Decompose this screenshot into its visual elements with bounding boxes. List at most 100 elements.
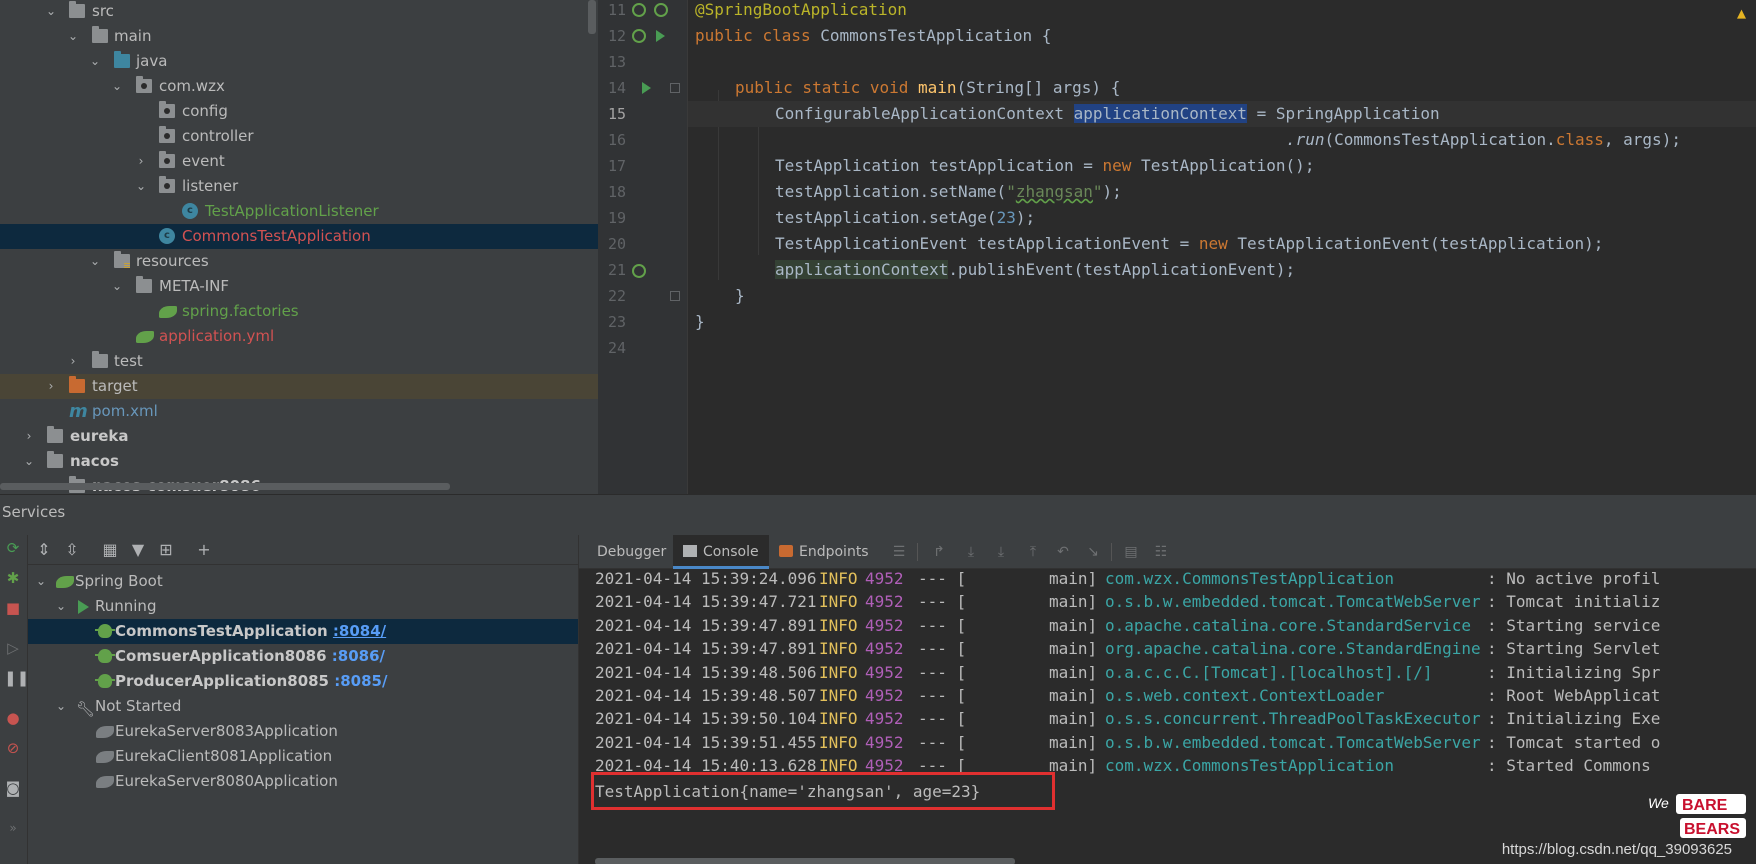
step-out-icon[interactable]: ⤒	[1025, 544, 1041, 560]
chevron-down-icon[interactable]: ⌄	[44, 0, 58, 24]
fold-icon[interactable]	[670, 83, 680, 93]
expand-all-icon[interactable]: ⇕	[34, 540, 54, 560]
bean-icon[interactable]	[632, 264, 646, 278]
tab-endpoints[interactable]: Endpoints	[773, 535, 875, 569]
service-group-not-started[interactable]: ⌄ 🔧︎ Not Started	[28, 694, 578, 719]
code-line[interactable]: testApplication.setName("zhangsan");	[775, 179, 1122, 205]
service-eureka-server-8083[interactable]: EurekaServer8083Application	[28, 719, 578, 744]
code-line[interactable]: TestApplicationEvent testApplicationEven…	[775, 231, 1603, 257]
chevron-right-icon[interactable]: ›	[134, 149, 148, 174]
service-eureka-client-8081[interactable]: EurekaClient8081Application	[28, 744, 578, 769]
service-group-running[interactable]: ⌄ Running	[28, 594, 578, 619]
tree-item-nacos[interactable]: ⌄ nacos	[0, 449, 598, 474]
chevron-down-icon[interactable]: ⌄	[110, 74, 124, 99]
filter-icon[interactable]: ▼	[128, 540, 148, 560]
tree-item-event[interactable]: › event	[0, 149, 598, 174]
tree-item-commons-test-application[interactable]: c CommonsTestApplication	[0, 224, 598, 249]
tree-item-main[interactable]: ⌄ main	[0, 24, 598, 49]
drop-frame-icon[interactable]: ↶	[1055, 544, 1071, 560]
tree-item-target[interactable]: › target	[0, 374, 598, 399]
code-line[interactable]: public static void main(String[] args) {	[735, 75, 1120, 101]
run-icon[interactable]	[642, 82, 651, 94]
code-line[interactable]: }	[695, 309, 705, 335]
tree-item-config[interactable]: config	[0, 99, 598, 124]
code-line[interactable]: public class CommonsTestApplication {	[695, 23, 1051, 49]
tree-item-application-yml[interactable]: application.yml	[0, 324, 598, 349]
chevron-down-icon[interactable]: ⌄	[110, 274, 124, 299]
chevron-down-icon[interactable]: ⌄	[66, 24, 80, 49]
code-line[interactable]: TestApplication testApplication = new Te…	[775, 153, 1314, 179]
fold-icon[interactable]	[670, 291, 680, 301]
code-line[interactable]: .run(CommonsTestApplication.class, args)…	[1286, 127, 1681, 153]
code-line[interactable]: applicationContext.publishEvent(testAppl…	[775, 257, 1295, 283]
chevron-down-icon[interactable]: ⌄	[54, 694, 68, 719]
collapse-all-icon[interactable]: ⇳	[62, 540, 82, 560]
chevron-down-icon[interactable]: ⌄	[88, 249, 102, 274]
service-port-link[interactable]: :8085/	[334, 672, 387, 690]
step-over-icon[interactable]: ⤓	[963, 544, 979, 560]
more-icon[interactable]: »	[4, 819, 22, 837]
log-timestamp: 2021-04-14 15:39:47.891	[595, 615, 817, 635]
tree-item-spring-factories[interactable]: spring.factories	[0, 299, 598, 324]
code-line[interactable]: testApplication.setAge(23);	[775, 205, 1035, 231]
service-port-link[interactable]: :8084/	[333, 622, 386, 640]
code-line[interactable]: }	[735, 283, 745, 309]
chevron-down-icon[interactable]: ⌄	[54, 594, 68, 619]
service-port-link[interactable]: :8086/	[332, 647, 385, 665]
tree-item-controller[interactable]: controller	[0, 124, 598, 149]
tree-item-pom-xml[interactable]: m pom.xml	[0, 399, 598, 424]
code-line[interactable]: @SpringBootApplication	[695, 0, 907, 23]
run-icon[interactable]	[656, 30, 665, 42]
chevron-down-icon[interactable]: ⌄	[34, 569, 48, 594]
code-editor[interactable]: 11 12 13 14 15 16 17 18 19 20 21 22 23 2…	[598, 0, 1756, 494]
service-producer-application-8085[interactable]: ProducerApplication8085 :8085/	[28, 669, 578, 694]
chevron-right-icon[interactable]: ›	[22, 424, 36, 449]
tree-item-test[interactable]: › test	[0, 349, 598, 374]
spring-boot-icon	[96, 726, 114, 738]
run-to-cursor-icon[interactable]: ↘	[1085, 544, 1101, 560]
code-line-current[interactable]: ConfigurableApplicationContext applicati…	[688, 101, 1756, 127]
tab-debugger[interactable]: Debugger	[591, 535, 672, 569]
chevron-right-icon[interactable]: ›	[44, 374, 58, 399]
menu-icon[interactable]: ☰	[891, 544, 907, 560]
trace-icon[interactable]: ☷	[1153, 544, 1169, 560]
step-into-icon[interactable]: ⤓	[993, 544, 1009, 560]
chevron-down-icon[interactable]: ⌄	[134, 174, 148, 199]
stop-icon[interactable]: ■	[4, 599, 22, 617]
tree-item-listener[interactable]: ⌄ listener	[0, 174, 598, 199]
bean-icon[interactable]	[632, 3, 646, 17]
chevron-down-icon[interactable]: ⌄	[22, 449, 36, 474]
pause-icon[interactable]: ❚❚	[4, 669, 29, 687]
chevron-right-icon[interactable]: ›	[66, 349, 80, 374]
spring-boot-run-icon[interactable]	[632, 29, 646, 43]
tree-item-meta-inf[interactable]: ⌄ META-INF	[0, 274, 598, 299]
console-output[interactable]: 2021-04-14 15:39:24.096 INFO 4952 --- [main…	[579, 569, 1756, 864]
bean-icon[interactable]	[654, 3, 668, 17]
tab-console[interactable]: Console	[673, 535, 769, 569]
service-group-spring-boot[interactable]: ⌄ Spring Boot	[28, 569, 578, 594]
tree-item-java[interactable]: ⌄ java	[0, 49, 598, 74]
tree-item-com-wzx[interactable]: ⌄ com.wzx	[0, 74, 598, 99]
debug-icon[interactable]: ✱	[4, 569, 22, 587]
console-horizontal-scrollbar[interactable]	[595, 858, 1015, 864]
tree-item-resources[interactable]: ⌄ resources	[0, 249, 598, 274]
mute-breakpoints-icon[interactable]: ⊘	[4, 739, 22, 757]
evaluate-expression-icon[interactable]: ▤	[1123, 544, 1139, 560]
show-execution-point-icon[interactable]: ↱	[931, 544, 947, 560]
service-eureka-server-8080[interactable]: EurekaServer8080Application	[28, 769, 578, 794]
chevron-down-icon[interactable]: ⌄	[88, 49, 102, 74]
new-tab-icon[interactable]: ⊞	[156, 540, 176, 560]
camera-icon[interactable]: ◙	[4, 779, 22, 797]
tree-item-src[interactable]: ⌄ src	[0, 0, 598, 24]
group-by-icon[interactable]: ▦	[100, 540, 120, 560]
tree-item-test-application-listener[interactable]: c TestApplicationListener	[0, 199, 598, 224]
view-breakpoints-icon[interactable]: ●	[4, 709, 22, 727]
service-comsuer-application-8086[interactable]: ComsuerApplication8086 :8086/	[28, 644, 578, 669]
tree-horizontal-scrollbar[interactable]	[0, 483, 450, 490]
add-service-icon[interactable]: +	[194, 540, 214, 560]
service-commons-test-application[interactable]: CommonsTestApplication :8084/	[28, 619, 578, 644]
tree-item-eureka[interactable]: › eureka	[0, 424, 598, 449]
rerun-icon[interactable]: ⟳	[4, 539, 22, 557]
resume-icon[interactable]: ▷	[4, 639, 22, 657]
warning-icon[interactable]: ▲	[1737, 4, 1746, 22]
